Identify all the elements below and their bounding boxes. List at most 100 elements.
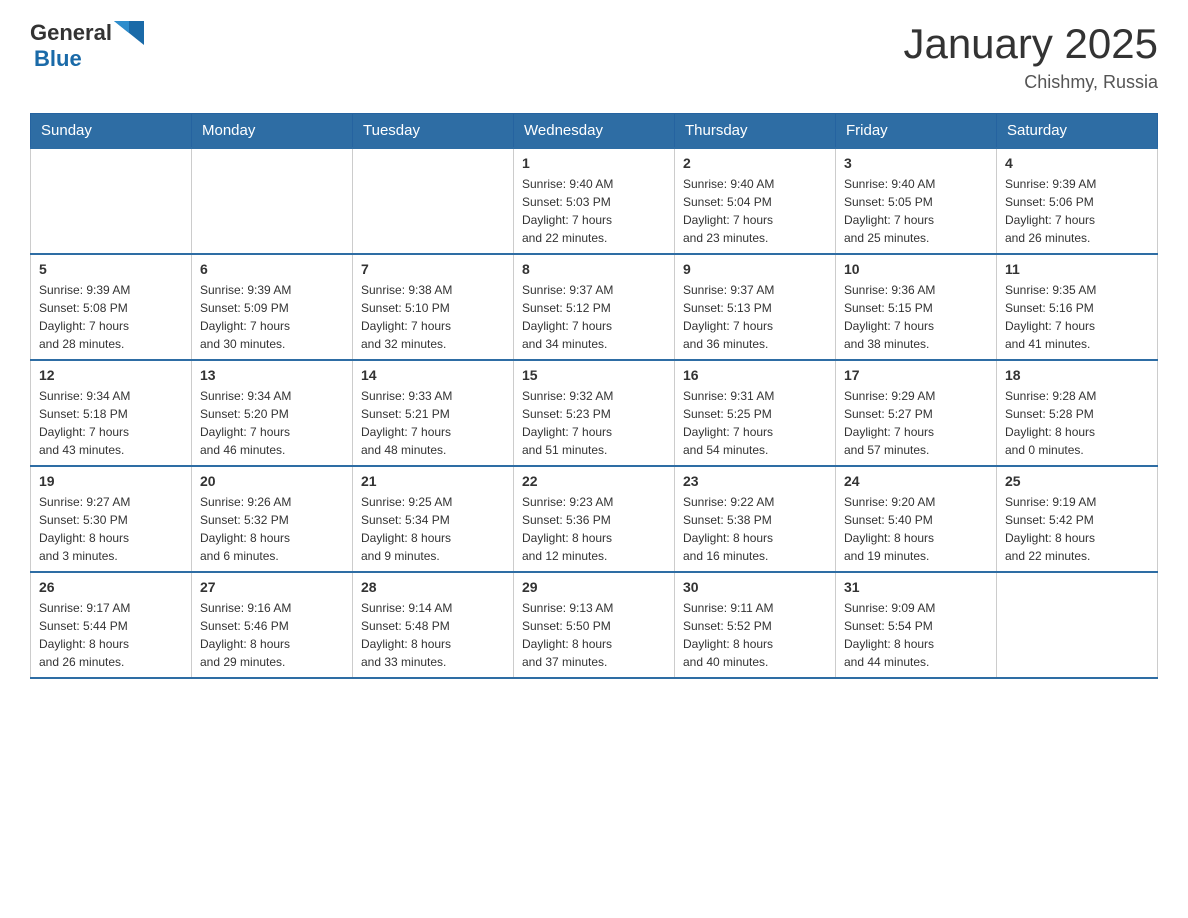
- day-number: 4: [1005, 155, 1149, 171]
- day-info: Sunrise: 9:39 AM Sunset: 5:09 PM Dayligh…: [200, 281, 344, 353]
- day-info: Sunrise: 9:31 AM Sunset: 5:25 PM Dayligh…: [683, 387, 827, 459]
- calendar-cell: 29Sunrise: 9:13 AM Sunset: 5:50 PM Dayli…: [514, 572, 675, 678]
- calendar-cell: 7Sunrise: 9:38 AM Sunset: 5:10 PM Daylig…: [353, 254, 514, 360]
- logo-icon: [114, 21, 144, 45]
- calendar-cell: 17Sunrise: 9:29 AM Sunset: 5:27 PM Dayli…: [836, 360, 997, 466]
- calendar-cell: 2 Sunrise: 9:40 AM Sunset: 5:04 PM Daylig…: [675, 148, 836, 254]
- day-number: 17: [844, 367, 988, 383]
- day-number: 31: [844, 579, 988, 595]
- day-info: Sunrise: 9:36 AM Sunset: 5:15 PM Dayligh…: [844, 281, 988, 353]
- calendar-cell: [31, 148, 192, 254]
- day-info: Sunrise: 9:34 AM Sunset: 5:20 PM Dayligh…: [200, 387, 344, 459]
- title-block: January 2025 Chishmy, Russia: [903, 20, 1158, 93]
- calendar-cell: 11 Sunrise: 9:35 AM Sunset: 5:16 PM Dayli…: [997, 254, 1158, 360]
- calendar-cell: 10 Sunrise: 9:36 AM Sunset: 5:15 PM Dayli…: [836, 254, 997, 360]
- calendar-cell: 15 Sunrise: 9:32 AM Sunset: 5:23 PM Dayli…: [514, 360, 675, 466]
- day-number: 24: [844, 473, 988, 489]
- day-info: Sunrise: 9:40 AM Sunset: 5:05 PM Dayligh…: [844, 175, 988, 247]
- day-info: Sunrise: 9:26 AM Sunset: 5:32 PM Dayligh…: [200, 493, 344, 565]
- day-number: 3: [844, 155, 988, 171]
- calendar-cell: 28 Sunrise: 9:14 AM Sunset: 5:48 PM Dayli…: [353, 572, 514, 678]
- day-number: 19: [39, 473, 183, 489]
- day-number: 25: [1005, 473, 1149, 489]
- day-info: Sunrise: 9:13 AM Sunset: 5:50 PM Dayligh…: [522, 599, 666, 671]
- header-cell-thursday: Thursday: [675, 114, 836, 149]
- day-info: Sunrise: 9:32 AM Sunset: 5:23 PM Dayligh…: [522, 387, 666, 459]
- calendar-cell: 16Sunrise: 9:31 AM Sunset: 5:25 PM Dayli…: [675, 360, 836, 466]
- day-info: Sunrise: 9:25 AM Sunset: 5:34 PM Dayligh…: [361, 493, 505, 565]
- day-info: Sunrise: 9:39 AM Sunset: 5:08 PM Dayligh…: [39, 281, 183, 353]
- calendar-cell: 8Sunrise: 9:37 AM Sunset: 5:12 PM Daylig…: [514, 254, 675, 360]
- day-info: Sunrise: 9:27 AM Sunset: 5:30 PM Dayligh…: [39, 493, 183, 565]
- day-info: Sunrise: 9:33 AM Sunset: 5:21 PM Dayligh…: [361, 387, 505, 459]
- day-number: 15: [522, 367, 666, 383]
- calendar-cell: 14 Sunrise: 9:33 AM Sunset: 5:21 PM Dayli…: [353, 360, 514, 466]
- day-info: Sunrise: 9:39 AM Sunset: 5:06 PM Dayligh…: [1005, 175, 1149, 247]
- calendar-week-4: 19 Sunrise: 9:27 AM Sunset: 5:30 PM Dayli…: [31, 466, 1158, 572]
- calendar-cell: [192, 148, 353, 254]
- day-number: 2: [683, 155, 827, 171]
- calendar-cell: 25 Sunrise: 9:19 AM Sunset: 5:42 PM Dayli…: [997, 466, 1158, 572]
- calendar-cell: 13 Sunrise: 9:34 AM Sunset: 5:20 PM Dayli…: [192, 360, 353, 466]
- calendar-table: SundayMondayTuesdayWednesdayThursdayFrid…: [30, 113, 1158, 679]
- day-number: 11: [1005, 261, 1149, 277]
- calendar-body: 1Sunrise: 9:40 AM Sunset: 5:03 PM Daylig…: [31, 148, 1158, 678]
- day-number: 23: [683, 473, 827, 489]
- calendar-cell: 24 Sunrise: 9:20 AM Sunset: 5:40 PM Dayli…: [836, 466, 997, 572]
- logo-general-text: General: [30, 20, 112, 46]
- day-info: Sunrise: 9:16 AM Sunset: 5:46 PM Dayligh…: [200, 599, 344, 671]
- calendar-cell: 9 Sunrise: 9:37 AM Sunset: 5:13 PM Daylig…: [675, 254, 836, 360]
- header-cell-saturday: Saturday: [997, 114, 1158, 149]
- day-info: Sunrise: 9:34 AM Sunset: 5:18 PM Dayligh…: [39, 387, 183, 459]
- day-number: 26: [39, 579, 183, 595]
- calendar-cell: 30Sunrise: 9:11 AM Sunset: 5:52 PM Dayli…: [675, 572, 836, 678]
- day-info: Sunrise: 9:28 AM Sunset: 5:28 PM Dayligh…: [1005, 387, 1149, 459]
- day-info: Sunrise: 9:22 AM Sunset: 5:38 PM Dayligh…: [683, 493, 827, 565]
- day-number: 14: [361, 367, 505, 383]
- day-info: Sunrise: 9:40 AM Sunset: 5:04 PM Dayligh…: [683, 175, 827, 247]
- day-info: Sunrise: 9:19 AM Sunset: 5:42 PM Dayligh…: [1005, 493, 1149, 565]
- day-info: Sunrise: 9:14 AM Sunset: 5:48 PM Dayligh…: [361, 599, 505, 671]
- day-info: Sunrise: 9:37 AM Sunset: 5:12 PM Dayligh…: [522, 281, 666, 353]
- day-info: Sunrise: 9:17 AM Sunset: 5:44 PM Dayligh…: [39, 599, 183, 671]
- calendar-cell: 4 Sunrise: 9:39 AM Sunset: 5:06 PM Daylig…: [997, 148, 1158, 254]
- day-number: 1: [522, 155, 666, 171]
- day-number: 28: [361, 579, 505, 595]
- day-number: 13: [200, 367, 344, 383]
- calendar-cell: 22Sunrise: 9:23 AM Sunset: 5:36 PM Dayli…: [514, 466, 675, 572]
- day-number: 7: [361, 261, 505, 277]
- calendar-title: January 2025: [903, 20, 1158, 68]
- calendar-cell: 1Sunrise: 9:40 AM Sunset: 5:03 PM Daylig…: [514, 148, 675, 254]
- calendar-cell: 21 Sunrise: 9:25 AM Sunset: 5:34 PM Dayli…: [353, 466, 514, 572]
- day-number: 10: [844, 261, 988, 277]
- day-info: Sunrise: 9:37 AM Sunset: 5:13 PM Dayligh…: [683, 281, 827, 353]
- calendar-cell: 5Sunrise: 9:39 AM Sunset: 5:08 PM Daylig…: [31, 254, 192, 360]
- calendar-cell: 6 Sunrise: 9:39 AM Sunset: 5:09 PM Daylig…: [192, 254, 353, 360]
- header-cell-sunday: Sunday: [31, 114, 192, 149]
- calendar-week-5: 26 Sunrise: 9:17 AM Sunset: 5:44 PM Dayli…: [31, 572, 1158, 678]
- day-number: 21: [361, 473, 505, 489]
- day-info: Sunrise: 9:11 AM Sunset: 5:52 PM Dayligh…: [683, 599, 827, 671]
- day-number: 22: [522, 473, 666, 489]
- logo-blue-text: Blue: [34, 46, 82, 71]
- day-info: Sunrise: 9:35 AM Sunset: 5:16 PM Dayligh…: [1005, 281, 1149, 353]
- calendar-subtitle: Chishmy, Russia: [903, 72, 1158, 93]
- calendar-week-3: 12 Sunrise: 9:34 AM Sunset: 5:18 PM Dayli…: [31, 360, 1158, 466]
- day-number: 6: [200, 261, 344, 277]
- header-cell-monday: Monday: [192, 114, 353, 149]
- day-number: 12: [39, 367, 183, 383]
- day-info: Sunrise: 9:20 AM Sunset: 5:40 PM Dayligh…: [844, 493, 988, 565]
- day-number: 9: [683, 261, 827, 277]
- calendar-cell: 23 Sunrise: 9:22 AM Sunset: 5:38 PM Dayli…: [675, 466, 836, 572]
- header-cell-wednesday: Wednesday: [514, 114, 675, 149]
- day-number: 18: [1005, 367, 1149, 383]
- calendar-cell: 3 Sunrise: 9:40 AM Sunset: 5:05 PM Daylig…: [836, 148, 997, 254]
- calendar-cell: 12 Sunrise: 9:34 AM Sunset: 5:18 PM Dayli…: [31, 360, 192, 466]
- calendar-cell: 19 Sunrise: 9:27 AM Sunset: 5:30 PM Dayli…: [31, 466, 192, 572]
- calendar-cell: 18 Sunrise: 9:28 AM Sunset: 5:28 PM Dayli…: [997, 360, 1158, 466]
- calendar-header: SundayMondayTuesdayWednesdayThursdayFrid…: [31, 114, 1158, 149]
- calendar-header-row: SundayMondayTuesdayWednesdayThursdayFrid…: [31, 114, 1158, 149]
- calendar-cell: 26 Sunrise: 9:17 AM Sunset: 5:44 PM Dayli…: [31, 572, 192, 678]
- day-info: Sunrise: 9:09 AM Sunset: 5:54 PM Dayligh…: [844, 599, 988, 671]
- day-number: 27: [200, 579, 344, 595]
